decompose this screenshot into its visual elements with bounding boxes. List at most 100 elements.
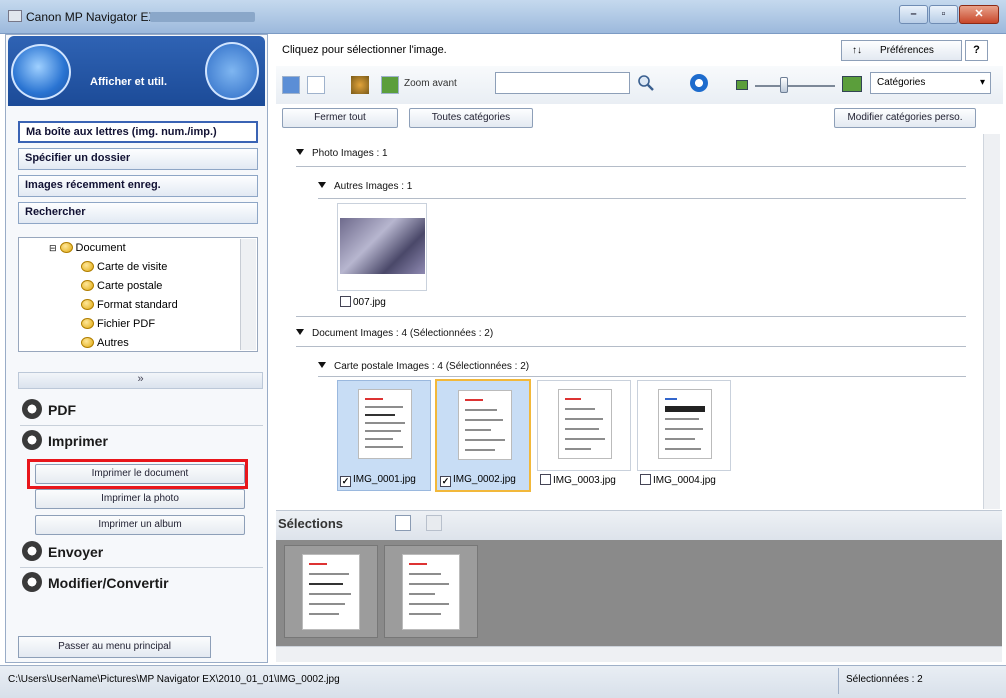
tree-item-standard-size[interactable]: Format standard (81, 297, 178, 313)
select-all-icon[interactable] (282, 76, 300, 94)
checkbox[interactable] (340, 296, 351, 307)
envelope-icon (22, 541, 42, 561)
print-photo-button[interactable]: Imprimer la photo (35, 489, 245, 509)
close-icon: ✕ (974, 8, 984, 20)
monitor-icon (205, 42, 259, 100)
edit-custom-categories-button[interactable]: Modifier catégories perso. (834, 108, 976, 128)
minimize-icon: – (910, 8, 917, 20)
nav-specify-folder[interactable]: Spécifier un dossier (18, 148, 258, 170)
thumbnail-size-slider[interactable] (755, 85, 835, 87)
nav-search[interactable]: Rechercher (18, 202, 258, 224)
slider-thumb[interactable] (780, 77, 788, 93)
help-button[interactable]: ? (965, 40, 988, 61)
folder-icon (81, 337, 94, 348)
maximize-button[interactable]: ▫ (929, 5, 958, 24)
checkbox[interactable] (640, 474, 651, 485)
file-img-0002[interactable]: ✓ IMG_0002.jpg (440, 474, 516, 487)
document-page (302, 554, 360, 630)
tree-scrollbar[interactable] (240, 239, 256, 350)
thumbnail-small-icon[interactable] (736, 80, 748, 90)
group-photo[interactable]: Photo Images : 1 (296, 148, 388, 159)
grid-icon[interactable] (395, 515, 411, 531)
category-edit-convert[interactable]: Modifier/Convertir (22, 570, 169, 596)
expand-triangle-icon (296, 149, 304, 155)
app-icon (8, 10, 22, 22)
tree-item-other[interactable]: Autres (81, 335, 129, 351)
thumbnail-img-0003[interactable] (537, 380, 631, 471)
category-select[interactable]: Catégories ▾ (870, 72, 991, 94)
selected-thumbnail-2[interactable] (384, 545, 478, 638)
horizontal-scrollbar[interactable] (276, 646, 1002, 662)
expand-triangle-icon (296, 329, 304, 335)
zoom-in-label[interactable]: Zoom avant (404, 78, 457, 89)
nav-mailbox[interactable]: Ma boîte aux lettres (img. num./imp.) (18, 121, 258, 143)
folder-icon (81, 318, 94, 329)
file-img-0003[interactable]: IMG_0003.jpg (540, 474, 616, 486)
preferences-button[interactable]: ↑↓ Préférences (841, 40, 962, 61)
tree-item-document[interactable]: ⊟ Document (49, 240, 126, 256)
divider (296, 166, 966, 167)
expand-triangle-icon (318, 182, 326, 188)
zoom-in-icon[interactable] (381, 76, 399, 94)
grid-icon[interactable] (307, 76, 325, 94)
checkbox-checked[interactable]: ✓ (440, 476, 451, 487)
thumbnail-007[interactable] (337, 203, 427, 291)
category-print[interactable]: Imprimer (22, 428, 108, 454)
preferences-icon: ↑↓ (852, 45, 862, 56)
divider (318, 376, 966, 377)
group-other[interactable]: Autres Images : 1 (318, 181, 412, 192)
nav-recent-images[interactable]: Images récemment enreg. (18, 175, 258, 197)
expand-triangle-icon (318, 362, 326, 368)
folder-icon (81, 299, 94, 310)
tools-icon[interactable] (351, 76, 369, 94)
selections-title: Sélections (278, 516, 344, 531)
thumbnail-large-icon[interactable] (842, 76, 862, 92)
tree-item-business-card[interactable]: Carte de visite (81, 259, 167, 275)
collapse-toggle[interactable]: » (18, 372, 263, 389)
print-album-button[interactable]: Imprimer un album (35, 515, 245, 535)
photo-image (340, 218, 425, 274)
file-007[interactable]: 007.jpg (340, 296, 386, 308)
selected-thumbnail-1[interactable] (284, 545, 378, 638)
refresh-icon[interactable] (690, 74, 708, 92)
document-page (358, 389, 412, 459)
close-button[interactable]: ✕ (959, 5, 999, 24)
maximize-icon: ▫ (941, 8, 946, 20)
folder-icon (81, 261, 94, 272)
category-pdf[interactable]: PDF (22, 397, 76, 423)
vertical-scrollbar[interactable] (983, 134, 1000, 509)
divider (296, 346, 966, 347)
instruction-text: Cliquez pour sélectionner l'image. (282, 44, 447, 56)
file-img-0004[interactable]: IMG_0004.jpg (640, 474, 716, 486)
category-send[interactable]: Envoyer (22, 539, 103, 565)
window-title-blurred (150, 12, 255, 22)
search-input[interactable] (495, 72, 630, 94)
group-postcard[interactable]: Carte postale Images : 4 (Sélectionnées … (318, 361, 529, 372)
document-page (458, 390, 512, 460)
search-icon[interactable] (637, 74, 655, 92)
document-page (402, 554, 460, 630)
checkbox[interactable] (540, 474, 551, 485)
checkbox-checked[interactable]: ✓ (340, 476, 351, 487)
status-path: C:\Users\UserName\Pictures\MP Navigator … (8, 674, 340, 685)
document-page (558, 389, 612, 459)
window-title: Canon MP Navigator EX - (26, 10, 164, 24)
banner-label: Afficher et util. (90, 76, 168, 88)
folder-icon (59, 242, 73, 253)
status-selected-count: Sélectionnées : 2 (846, 674, 923, 685)
minimize-button[interactable]: – (899, 5, 928, 24)
divider (20, 425, 263, 426)
clear-selection-icon[interactable] (426, 515, 442, 531)
folder-tree[interactable]: ⊟ Document Carte de visite Carte postale … (18, 237, 258, 352)
main-menu-button[interactable]: Passer au menu principal (18, 636, 211, 658)
close-all-button[interactable]: Fermer tout (282, 108, 398, 128)
all-categories-button[interactable]: Toutes catégories (409, 108, 533, 128)
tree-item-pdf-file[interactable]: Fichier PDF (81, 316, 155, 332)
tree-item-postcard[interactable]: Carte postale (81, 278, 162, 294)
thumbnail-img-0004[interactable] (637, 380, 731, 471)
divider (318, 198, 966, 199)
divider (838, 668, 839, 694)
highlight-frame (27, 459, 248, 489)
group-document[interactable]: Document Images : 4 (Sélectionnées : 2) (296, 328, 493, 339)
file-img-0001[interactable]: ✓ IMG_0001.jpg (340, 474, 416, 487)
